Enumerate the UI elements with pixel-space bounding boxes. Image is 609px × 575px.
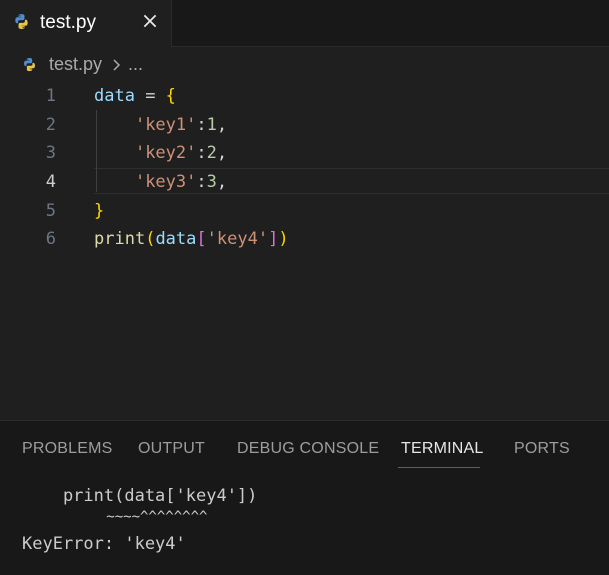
line-number: 6	[45, 229, 56, 249]
code-text: }	[94, 201, 105, 221]
active-tab-indicator	[398, 467, 480, 468]
tab-problems[interactable]: PROBLEMS	[22, 440, 113, 458]
terminal-line: ~~~~^^^^^^^^	[22, 509, 208, 525]
line-number: 1	[45, 86, 56, 106]
code-text: print(data['key4'])	[94, 229, 289, 249]
code-line: 6 print(data['key4'])	[0, 225, 609, 254]
breadcrumb: test.py ...	[0, 48, 609, 82]
tab-terminal[interactable]: TERMINAL	[401, 440, 484, 458]
breadcrumb-symbols[interactable]: ...	[128, 54, 143, 75]
code-text: data = {	[94, 86, 176, 106]
tab-label: test.py	[40, 12, 96, 33]
code-line: 5 }	[0, 197, 609, 226]
code-line: 1 data = {	[0, 82, 609, 111]
code-text: 'key2':2,	[134, 143, 228, 163]
python-icon	[15, 14, 28, 29]
terminal-output[interactable]: print(data['key4']) ~~~~^^^^^^^^ KeyErro…	[0, 481, 609, 575]
code-line: 2 'key1':1,	[0, 111, 609, 140]
code-text: 'key3':3,	[134, 172, 228, 192]
close-icon[interactable]	[141, 12, 159, 30]
breadcrumb-file[interactable]: test.py	[49, 54, 102, 75]
tab-debug-console[interactable]: DEBUG CONSOLE	[237, 440, 379, 458]
tab-output[interactable]: OUTPUT	[138, 440, 205, 458]
chevron-right-icon	[113, 59, 121, 71]
tab-ports[interactable]: PORTS	[514, 440, 570, 458]
code-text: 'key1':1,	[134, 115, 228, 135]
terminal-line: KeyError: 'key4'	[22, 534, 186, 554]
line-number: 2	[45, 115, 56, 135]
bottom-panel: PROBLEMS OUTPUT DEBUG CONSOLE TERMINAL P…	[0, 420, 609, 575]
line-number: 3	[45, 143, 56, 163]
line-number-active: 4	[45, 172, 56, 192]
python-icon	[24, 57, 35, 72]
line-number: 5	[45, 201, 56, 221]
editor-tab-bar: test.py	[0, 0, 609, 47]
code-editor[interactable]: 1 data = { 2 'key1':1, 3 'key2':2, 4 'ke…	[0, 82, 609, 420]
editor-tab-test-py[interactable]: test.py	[0, 0, 172, 47]
code-line: 3 'key2':2,	[0, 139, 609, 168]
code-line-active: 4 'key3':3,	[0, 168, 609, 197]
terminal-line: print(data['key4'])	[22, 486, 258, 506]
